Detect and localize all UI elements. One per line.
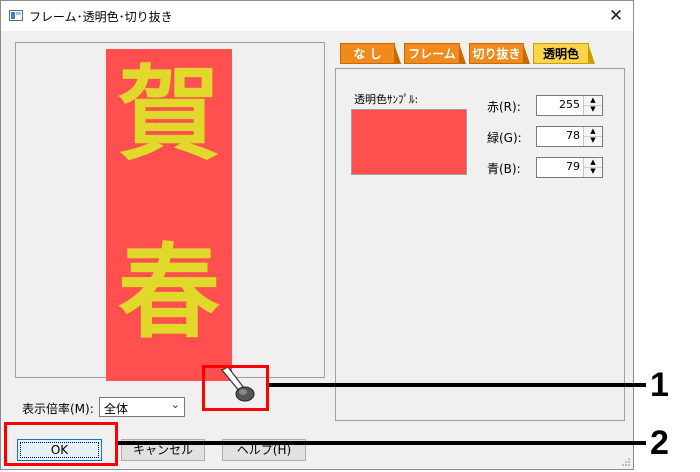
- tab-frame[interactable]: フレーム: [404, 43, 466, 64]
- red-value: 255: [559, 98, 580, 111]
- title-bar: フレーム･透明色･切り抜き ✕: [1, 1, 633, 31]
- tab-none[interactable]: な し: [340, 43, 401, 64]
- annotation-box-1: [202, 365, 269, 411]
- annotation-line-1: [269, 383, 646, 387]
- zoom-select-value: 全体: [104, 402, 129, 416]
- transparent-color-panel: 透明色ｻﾝﾌﾟﾙ: 赤(R): 255 ▲ ▼ 緑(G): 78 ▲ ▼ 青(B):…: [335, 68, 625, 421]
- resize-grip-icon[interactable]: [621, 457, 631, 467]
- blue-spinbox[interactable]: 79 ▲ ▼: [536, 157, 603, 178]
- color-sample-swatch: [351, 109, 467, 175]
- zoom-select[interactable]: 全体 ⌄: [99, 397, 185, 417]
- red-spinbox[interactable]: 255 ▲ ▼: [536, 95, 603, 116]
- blue-label: 青(B):: [487, 162, 521, 176]
- tab-crop[interactable]: 切り抜き: [469, 43, 530, 64]
- preview-kanji-bottom: 春: [118, 234, 220, 353]
- spin-down-icon[interactable]: ▼: [584, 136, 602, 145]
- preview-area[interactable]: 賀 春: [15, 42, 325, 381]
- blue-value: 79: [566, 160, 580, 173]
- green-value: 78: [566, 129, 580, 142]
- zoom-label: 表示倍率(M):: [22, 402, 94, 416]
- green-label: 緑(G):: [487, 131, 522, 145]
- annotation-line-2: [118, 441, 646, 445]
- annotation-number-1: 1: [650, 366, 669, 404]
- dialog-window: フレーム･透明色･切り抜き ✕ 賀 春 表示倍率(M): 全体 ⌄ な し フレ…: [0, 0, 634, 470]
- spin-down-icon[interactable]: ▼: [584, 167, 602, 176]
- tab-transparent[interactable]: 透明色: [533, 43, 595, 64]
- preview-card: 賀 春: [106, 49, 232, 381]
- app-icon: [9, 10, 23, 21]
- annotation-box-2: [4, 422, 118, 466]
- window-title: フレーム･透明色･切り抜き: [29, 10, 173, 24]
- chevron-down-icon: ⌄: [170, 398, 180, 411]
- spin-down-icon[interactable]: ▼: [584, 105, 602, 114]
- close-button[interactable]: ✕: [599, 1, 633, 31]
- preview-kanji-top: 賀: [118, 56, 220, 175]
- green-spinbox[interactable]: 78 ▲ ▼: [536, 126, 603, 147]
- annotation-number-2: 2: [650, 424, 669, 462]
- sample-label: 透明色ｻﾝﾌﾟﾙ:: [354, 93, 419, 106]
- red-label: 赤(R):: [487, 100, 521, 114]
